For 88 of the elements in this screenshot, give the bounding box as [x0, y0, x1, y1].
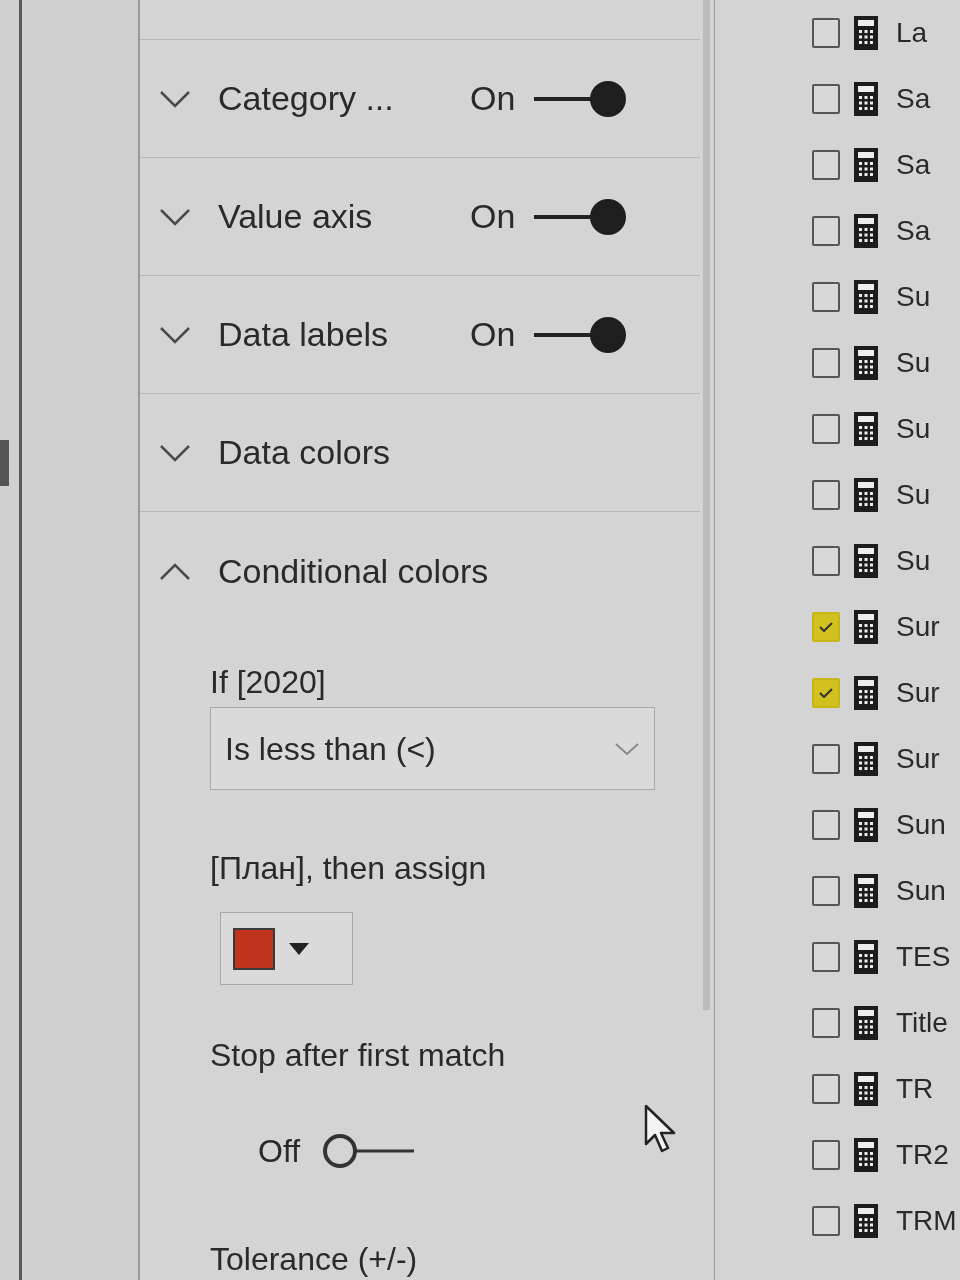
field-checkbox[interactable] — [812, 1206, 840, 1236]
field-name[interactable]: Sur — [896, 738, 940, 780]
toggle-switch[interactable] — [532, 196, 628, 237]
calculator-icon — [854, 148, 878, 182]
toggle-label: On — [470, 78, 517, 119]
field-name[interactable]: Sur — [896, 606, 940, 648]
chevron-up-icon[interactable] — [158, 561, 192, 581]
calculator-icon — [854, 808, 878, 842]
calculator-icon — [854, 874, 878, 908]
section-title[interactable]: Conditional colors — [218, 545, 489, 597]
field-checkbox[interactable] — [812, 480, 840, 510]
option-label: Stop after first match — [210, 1037, 507, 1073]
checkmark-icon — [819, 688, 833, 698]
field-checkbox[interactable] — [812, 150, 840, 180]
field-checkbox[interactable] — [812, 546, 840, 576]
field-checkbox[interactable] — [812, 282, 840, 312]
field-checkbox[interactable] — [812, 18, 840, 48]
calculator-icon — [854, 16, 878, 50]
field-checkbox[interactable] — [812, 1140, 840, 1170]
field-name[interactable]: Sun — [896, 804, 946, 846]
option-label: Tolerance (+/-) — [210, 1241, 419, 1277]
checkmark-icon — [819, 622, 833, 632]
calculator-icon — [854, 478, 878, 512]
field-name[interactable]: Sur — [896, 672, 940, 714]
mouse-pointer-icon — [644, 1104, 678, 1154]
calculator-icon — [854, 610, 878, 644]
section-title[interactable]: Category ... — [218, 73, 470, 124]
calculator-icon — [854, 742, 878, 776]
field-name[interactable]: Sa — [896, 144, 931, 186]
chevron-down-icon[interactable] — [158, 442, 192, 463]
field-name[interactable]: Su — [896, 540, 931, 582]
calculator-icon — [854, 346, 878, 380]
toggle-label: On — [470, 196, 517, 237]
field-checkbox[interactable] — [812, 744, 840, 774]
toggle-switch[interactable] — [532, 78, 628, 119]
field-checkbox[interactable] — [812, 348, 840, 378]
condition-label: If [2020] — [210, 664, 327, 700]
operator-dropdown[interactable]: Is less than (<) — [210, 707, 655, 790]
field-checkbox[interactable] — [812, 678, 840, 708]
toggle-label: On — [470, 314, 517, 355]
field-checkbox[interactable] — [812, 612, 840, 642]
scrollbar-thumb[interactable] — [0, 440, 9, 486]
caret-icon — [289, 942, 309, 955]
field-checkbox[interactable] — [812, 1008, 840, 1038]
calculator-icon — [854, 280, 878, 314]
field-checkbox[interactable] — [812, 942, 840, 972]
field-name[interactable]: Su — [896, 276, 931, 318]
scrollbar-thumb[interactable] — [703, 0, 710, 1010]
toggle-switch[interactable] — [532, 314, 628, 355]
field-checkbox[interactable] — [812, 414, 840, 444]
calculator-icon — [854, 940, 878, 974]
toggle-label: Off — [258, 1132, 302, 1171]
field-name[interactable]: TRM — [896, 1200, 957, 1242]
field-name[interactable]: TR2 — [896, 1134, 949, 1176]
field-name[interactable]: TES — [896, 936, 951, 978]
field-checkbox[interactable] — [812, 876, 840, 906]
section-title[interactable]: Data labels — [218, 309, 470, 360]
calculator-icon — [854, 676, 878, 710]
field-checkbox[interactable] — [812, 810, 840, 840]
field-checkbox[interactable] — [812, 84, 840, 114]
section-title[interactable]: Data colors — [218, 427, 470, 478]
chevron-down-icon — [614, 741, 640, 756]
section-title[interactable]: Value axis — [218, 191, 470, 242]
calculator-icon — [854, 1138, 878, 1172]
field-name[interactable]: Sa — [896, 78, 931, 120]
calculator-icon — [854, 1072, 878, 1106]
calculator-icon — [854, 1204, 878, 1238]
color-picker-button[interactable] — [220, 912, 353, 985]
field-name[interactable]: Title — [896, 1002, 948, 1044]
field-name[interactable]: Su — [896, 474, 931, 516]
field-name[interactable]: Su — [896, 342, 931, 384]
field-name[interactable]: TR — [896, 1068, 934, 1110]
toggle-switch[interactable] — [320, 1131, 416, 1171]
field-checkbox[interactable] — [812, 216, 840, 246]
assign-label: [План], then assign — [210, 850, 488, 886]
field-name[interactable]: Sa — [896, 210, 931, 252]
field-checkbox[interactable] — [812, 1074, 840, 1104]
field-name[interactable]: La — [896, 12, 928, 54]
calculator-icon — [854, 412, 878, 446]
field-name[interactable]: Su — [896, 408, 931, 450]
chevron-down-icon[interactable] — [158, 88, 192, 109]
calculator-icon — [854, 544, 878, 578]
chevron-down-icon[interactable] — [158, 206, 192, 227]
calculator-icon — [854, 82, 878, 116]
calculator-icon — [854, 1006, 878, 1040]
chevron-down-icon[interactable] — [158, 324, 192, 345]
calculator-icon — [854, 214, 878, 248]
field-name[interactable]: Sun — [896, 870, 946, 912]
